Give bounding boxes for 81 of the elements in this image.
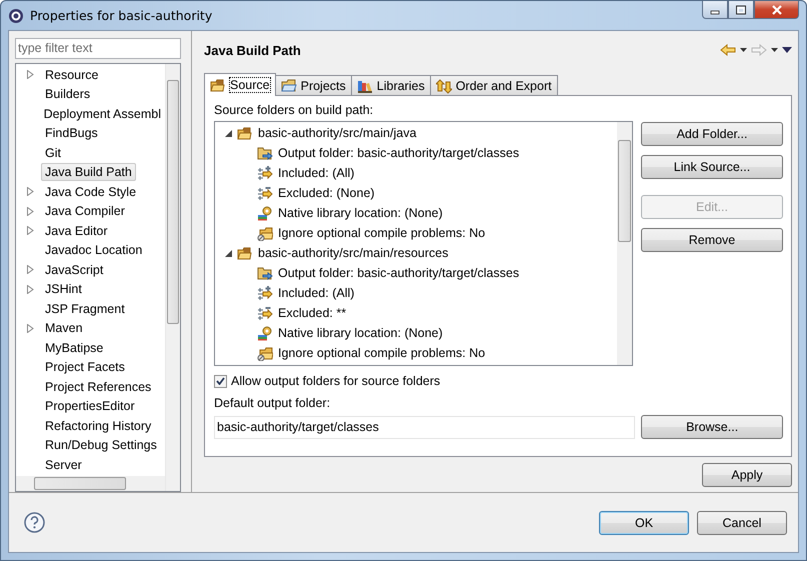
checkbox-label: Allow output folders for source folders	[231, 374, 440, 388]
maximize-icon	[735, 4, 747, 14]
close-icon	[770, 4, 782, 14]
package-folder-icon	[210, 77, 226, 93]
tree-item[interactable]: Ignore optional compile problems: No	[278, 346, 486, 360]
output-folder-field[interactable]: basic-authority/target/classes	[214, 416, 636, 438]
package-folder-icon	[257, 345, 273, 361]
dropdown-caret-icon	[740, 48, 747, 52]
tree-item[interactable]: Included: (All)	[278, 286, 354, 300]
tree-item[interactable]: Server	[41, 456, 86, 474]
package-folder-icon	[237, 245, 253, 261]
check-icon	[216, 377, 225, 385]
tree-item[interactable]: basic-authority/src/main/java	[258, 126, 416, 140]
tree-item[interactable]: Output folder: basic-authority/target/classes	[278, 266, 520, 280]
maximize-button[interactable]	[728, 1, 754, 19]
filter-minus-icon	[257, 305, 273, 321]
dropdown-caret-icon	[771, 48, 778, 52]
help-icon	[24, 512, 45, 533]
up-down-arrows-icon	[436, 78, 452, 94]
tab[interactable]: Order and Export	[430, 75, 558, 95]
tab[interactable]: Projects	[274, 75, 352, 95]
tree-item[interactable]: JSHint	[41, 280, 86, 298]
folder-icon	[280, 78, 297, 94]
tree-item[interactable]: Native library location: (None)	[278, 326, 443, 340]
tree-item[interactable]: Output folder: basic-authority/target/classes	[278, 146, 520, 160]
tree-item[interactable]: PropertiesEditor	[41, 397, 139, 416]
dialog-button[interactable]: OK	[599, 510, 689, 534]
minimize-button[interactable]	[702, 1, 728, 19]
close-button[interactable]	[754, 1, 799, 19]
tree-item[interactable]: Project References	[41, 378, 156, 396]
tree-item[interactable]: Project Facets	[41, 358, 129, 376]
tree-item[interactable]: Excluded: (None)	[278, 186, 375, 200]
tree-item[interactable]: Builders	[41, 85, 94, 104]
output-folder-icon	[257, 145, 273, 161]
dialog-button[interactable]: Cancel	[697, 510, 787, 534]
forward-arrow-icon	[751, 44, 767, 56]
tree-item[interactable]: Included: (All)	[278, 166, 354, 180]
tree-item[interactable]: Refactoring History	[41, 416, 156, 435]
action-button[interactable]: Add Folder...	[641, 122, 783, 146]
output-folder-icon	[257, 265, 273, 281]
tree-item[interactable]: MyBatipse	[41, 338, 108, 357]
list-label: Source folders on build path:	[214, 103, 374, 117]
vertical-scrollbar[interactable]	[617, 122, 632, 365]
vertical-scrollbar[interactable]	[165, 64, 180, 491]
checkbox[interactable]	[214, 374, 227, 388]
tab[interactable]: Source	[204, 73, 276, 96]
tree-item[interactable]: Javadoc Location	[41, 241, 146, 260]
tree-item[interactable]: FindBugs	[41, 124, 102, 142]
window-title: Properties for basic-authority	[30, 8, 212, 23]
page-title: Java Build Path	[204, 42, 301, 58]
tree-item[interactable]: JSP Fragment	[41, 300, 129, 318]
tree-item[interactable]: Java Compiler	[41, 202, 129, 220]
filter-minus-icon	[257, 185, 273, 201]
action-button[interactable]: Link Source...	[641, 155, 783, 179]
tree-item[interactable]: Git	[41, 144, 65, 162]
view-menu-icon	[782, 47, 792, 53]
horizontal-scrollbar[interactable]	[16, 476, 165, 491]
tree-item[interactable]: JavaScript	[41, 260, 108, 279]
apply-button[interactable]: Apply	[702, 463, 792, 487]
tree-item[interactable]: basic-authority/src/main/resources	[258, 246, 448, 260]
tree-item[interactable]: Run/Debug Settings	[41, 436, 161, 454]
tab[interactable]: Libraries	[350, 75, 431, 95]
tree-item[interactable]: Native library location: (None)	[278, 206, 443, 220]
back-arrow-icon	[720, 44, 736, 56]
filter-plus-icon	[257, 165, 273, 181]
package-folder-icon	[257, 225, 273, 241]
filter-plus-icon	[257, 285, 273, 301]
app-icon	[8, 8, 24, 24]
filter-field[interactable]: type filter text	[15, 38, 181, 59]
tree-item[interactable]: Resource	[41, 66, 102, 84]
browse-button[interactable]: Browse...	[641, 415, 783, 439]
field-label: Default output folder:	[214, 396, 332, 410]
tree-item[interactable]: Java Code Style	[41, 182, 140, 201]
tree-item[interactable]: Ignore optional compile problems: No	[278, 226, 486, 240]
tree-item[interactable]: Maven	[41, 319, 87, 338]
tree-item[interactable]: Deployment Assembl	[40, 104, 165, 123]
tree-item[interactable]: Java Build Path	[41, 163, 136, 182]
action-button[interactable]: Remove	[641, 228, 783, 252]
tree-item[interactable]: Java Editor	[41, 222, 112, 240]
package-folder-icon	[237, 125, 253, 141]
tree-item[interactable]: Excluded: **	[278, 306, 346, 320]
